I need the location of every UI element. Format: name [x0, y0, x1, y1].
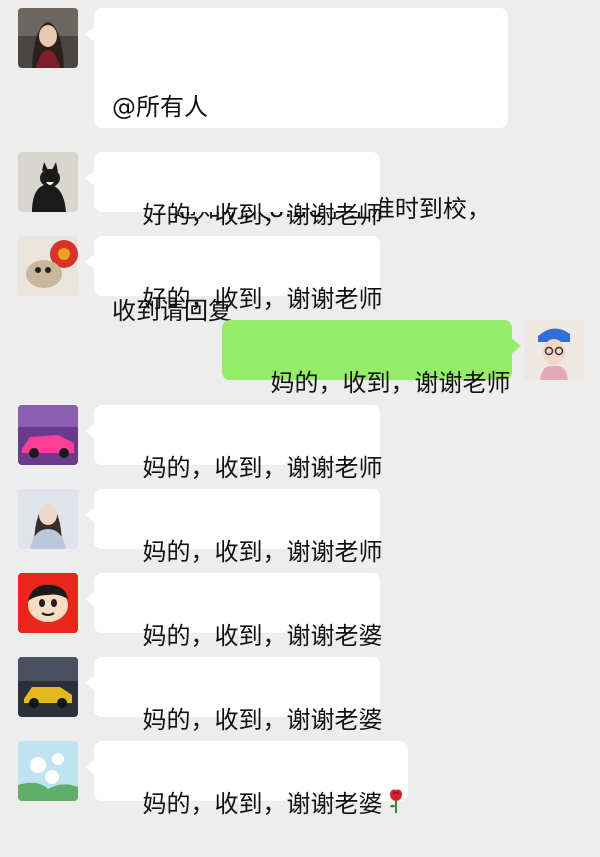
message-text: 妈的，收到，谢谢老婆 [142, 790, 383, 818]
message-text: 妈的，收到，谢谢老师 [142, 454, 383, 482]
message-text: 妈的，收到，谢谢老师 [142, 538, 383, 566]
message-bubble[interactable]: @所有人 通知明天8:00学生准时到校， 收到请回复 [85, 8, 508, 325]
girl-avatar-icon[interactable] [18, 489, 78, 549]
message-bubble[interactable]: 妈的，收到，谢谢老婆 [85, 657, 383, 734]
message-text: 好的，收到，谢谢老师 [142, 201, 383, 229]
girl-blue-hat-avatar-icon[interactable] [524, 320, 584, 380]
message-text: 妈的，收到，谢谢老婆 [142, 622, 383, 650]
message-bubble[interactable]: 好的，收到，谢谢老师 [85, 236, 383, 313]
message-bubble[interactable]: 妈的，收到，谢谢老师 [85, 489, 383, 566]
message-line: @所有人 [112, 93, 208, 121]
message-text: 妈的，收到，谢谢老婆 [142, 706, 383, 734]
flower-avatar-icon[interactable] [18, 741, 78, 801]
yellow-car-avatar-icon[interactable] [18, 657, 78, 717]
message-bubble[interactable]: 好的，收到，谢谢老师 [85, 152, 383, 229]
message-bubble[interactable]: 妈的，收到，谢谢老婆 [85, 573, 383, 650]
message-bubble-outgoing[interactable]: 妈的，收到，谢谢老师 [222, 320, 521, 397]
message-bubble[interactable]: 妈的，收到，谢谢老婆 [85, 741, 408, 818]
girl-portrait-avatar-icon[interactable] [18, 8, 78, 68]
cartoon-boy-avatar-icon[interactable] [18, 573, 78, 633]
dog-avatar-icon[interactable] [18, 236, 78, 296]
message-text: 妈的，收到，谢谢老师 [270, 369, 511, 397]
message-text: 好的，收到，谢谢老师 [142, 285, 383, 313]
message-bubble[interactable]: 妈的，收到，谢谢老师 [85, 405, 383, 482]
rose-icon [387, 788, 405, 823]
chat-message-list: @所有人 通知明天8:00学生准时到校， 收到请回复 好的，收到，谢谢老师 好的… [0, 0, 600, 818]
cat-avatar-icon[interactable] [18, 152, 78, 212]
pink-car-avatar-icon[interactable] [18, 405, 78, 465]
